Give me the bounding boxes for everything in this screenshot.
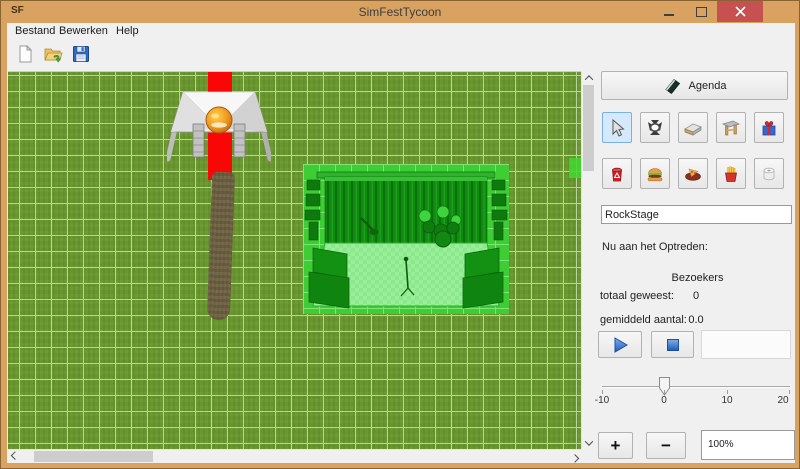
close-icon bbox=[735, 6, 746, 17]
zoom-in-button[interactable]: + bbox=[598, 432, 633, 459]
speed-slider-track[interactable] bbox=[602, 386, 790, 388]
maximize-icon bbox=[696, 7, 707, 17]
tent-logo bbox=[206, 107, 232, 133]
fries-icon bbox=[721, 164, 741, 184]
menu-help[interactable]: Help bbox=[112, 23, 143, 40]
dirt-path[interactable] bbox=[207, 172, 235, 321]
tool-fries-button[interactable] bbox=[716, 158, 746, 189]
trash-bin-icon bbox=[607, 164, 627, 184]
slider-tick bbox=[664, 390, 665, 394]
entrance-tent[interactable] bbox=[167, 86, 271, 166]
average-visitors-value: 0.0 bbox=[684, 314, 708, 326]
scrollbar-corner bbox=[581, 449, 594, 462]
menu-bestand[interactable]: Bestand bbox=[11, 23, 59, 40]
client-area: Bestand Bewerken Help bbox=[7, 23, 795, 463]
horizontal-scroll-thumb[interactable] bbox=[34, 451, 153, 462]
total-visitors-label: totaal geweest: bbox=[600, 290, 674, 302]
tool-gift-button[interactable] bbox=[754, 112, 784, 143]
new-file-button[interactable] bbox=[13, 42, 37, 66]
stop-icon bbox=[663, 335, 683, 355]
toolbar bbox=[7, 40, 795, 70]
toilet-paper-icon bbox=[759, 164, 779, 184]
chevron-right-icon bbox=[570, 454, 578, 462]
scroll-down-button[interactable] bbox=[582, 436, 595, 449]
save-icon bbox=[70, 43, 92, 65]
tool-toilet-paper-button[interactable] bbox=[754, 158, 784, 189]
zoom-out-button[interactable]: − bbox=[646, 432, 686, 459]
festival-map-canvas[interactable] bbox=[8, 71, 581, 450]
minimize-icon bbox=[664, 14, 674, 16]
stop-button[interactable] bbox=[651, 331, 694, 358]
agenda-book-icon bbox=[663, 77, 681, 95]
now-performing-label: Nu aan het Optreden: bbox=[602, 241, 708, 253]
tool-hamburger-button[interactable] bbox=[640, 158, 670, 189]
agenda-label: Agenda bbox=[689, 80, 727, 92]
app-window: SF SimFestTycoon Bestand Bewerken Help bbox=[0, 0, 800, 469]
stage-platform-icon bbox=[683, 118, 703, 138]
truss-gate-icon bbox=[721, 118, 741, 138]
tool-pizza-button[interactable] bbox=[678, 158, 708, 189]
chevron-left-icon bbox=[10, 451, 18, 459]
agenda-button[interactable]: Agenda bbox=[601, 71, 788, 100]
vertical-scrollbar[interactable] bbox=[581, 71, 595, 449]
slider-label-max: 20 bbox=[770, 395, 796, 406]
play-icon bbox=[610, 335, 630, 355]
vertical-scroll-thumb[interactable] bbox=[583, 85, 594, 171]
select-cursor-icon bbox=[607, 118, 627, 138]
scroll-up-button[interactable] bbox=[582, 71, 595, 84]
tool-truss-gate-button[interactable] bbox=[716, 112, 746, 143]
menu-bar: Bestand Bewerken Help bbox=[7, 23, 795, 40]
chevron-up-icon bbox=[584, 75, 592, 83]
open-file-button[interactable] bbox=[41, 42, 65, 66]
minimize-button[interactable] bbox=[655, 1, 683, 22]
gift-icon bbox=[759, 118, 779, 138]
control-panel: Agenda bbox=[598, 69, 791, 463]
play-button[interactable] bbox=[598, 331, 642, 358]
slider-label-ten: 10 bbox=[714, 395, 740, 406]
save-button[interactable] bbox=[69, 42, 93, 66]
tinted-grass-patch bbox=[569, 158, 581, 178]
scroll-left-button[interactable] bbox=[8, 450, 21, 463]
maximize-button[interactable] bbox=[687, 1, 715, 22]
close-button[interactable] bbox=[717, 1, 763, 22]
hamburger-icon bbox=[645, 164, 665, 184]
slider-label-min: -10 bbox=[589, 395, 615, 406]
slider-tick bbox=[789, 390, 790, 394]
new-file-icon bbox=[14, 43, 36, 65]
tool-stage-light-button[interactable] bbox=[640, 112, 670, 143]
menu-bewerken[interactable]: Bewerken bbox=[55, 23, 112, 40]
title-bar: SF SimFestTycoon bbox=[1, 1, 799, 23]
stage-name-input[interactable] bbox=[601, 205, 792, 224]
stage-light-icon bbox=[645, 118, 665, 138]
scroll-right-button[interactable] bbox=[568, 450, 581, 463]
pizza-icon bbox=[683, 164, 703, 184]
current-act-box bbox=[701, 330, 791, 359]
tool-stage-platform-button[interactable] bbox=[678, 112, 708, 143]
horizontal-scrollbar[interactable] bbox=[8, 449, 581, 463]
rock-stage-preview[interactable] bbox=[303, 164, 509, 314]
zoom-level-field[interactable]: 100% bbox=[701, 430, 795, 460]
visitors-header: Bezoekers bbox=[660, 272, 735, 284]
tool-trash-bin-button[interactable] bbox=[602, 158, 632, 189]
slider-tick bbox=[602, 390, 603, 394]
slider-tick bbox=[727, 390, 728, 394]
chevron-down-icon bbox=[584, 437, 592, 445]
slider-label-zero: 0 bbox=[651, 395, 677, 406]
tool-select-button[interactable] bbox=[602, 112, 632, 143]
total-visitors-value: 0 bbox=[684, 290, 708, 302]
average-visitors-label: gemiddeld aantal: bbox=[600, 314, 687, 326]
open-folder-icon bbox=[42, 43, 64, 65]
